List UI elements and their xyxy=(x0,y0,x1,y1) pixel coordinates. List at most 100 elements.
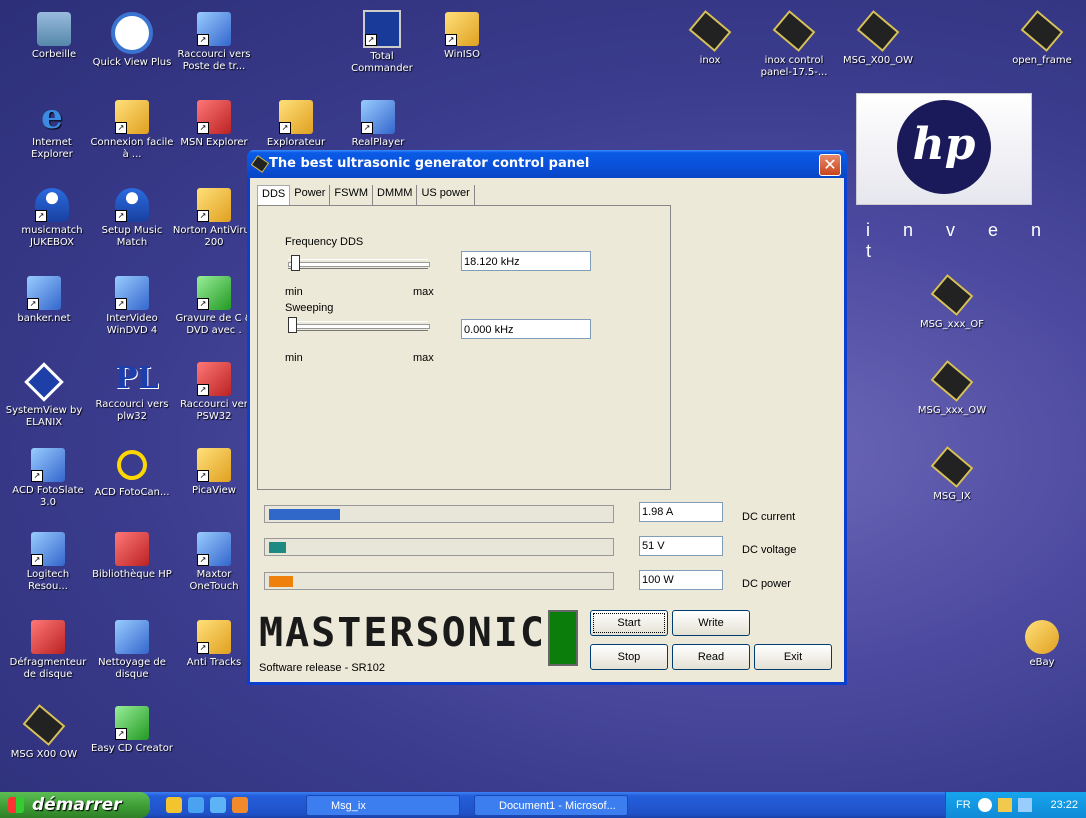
icon-label: InterVideo WinDVD 4 xyxy=(106,313,158,336)
icon-label: Easy CD Creator xyxy=(91,743,173,754)
icon-label: Défragmenteur de disque xyxy=(9,657,87,680)
systemview-icon[interactable]: SystemView by ELANIX xyxy=(2,362,86,429)
stop-button[interactable]: Stop xyxy=(590,644,668,670)
cd-creator-icon: ↗ xyxy=(115,706,149,740)
chip-icon xyxy=(856,10,900,52)
anti-tracks-icon[interactable]: ↗ Anti Tracks xyxy=(172,620,256,669)
read-button[interactable]: Read xyxy=(672,644,750,670)
hp-tagline: i n v e n t xyxy=(866,220,1056,261)
total-commander-icon[interactable]: ↗ Total Commander xyxy=(340,10,424,75)
tray-app-icon[interactable] xyxy=(1018,798,1032,812)
tab-dds[interactable]: DDS xyxy=(257,185,291,205)
frequency-slider-thumb[interactable] xyxy=(291,255,300,271)
icon-label: Logitech Resou... xyxy=(26,569,70,592)
winiso-app-icon: ↗ xyxy=(445,12,479,46)
internet-explorer-icon[interactable]: e Internet Explorer xyxy=(10,100,94,161)
frequency-value-field[interactable]: 18.120 kHz xyxy=(461,251,591,271)
open-frame-icon[interactable]: open_frame xyxy=(1000,10,1084,67)
pl-icon: PL xyxy=(115,361,159,396)
inox-control-panel-icon[interactable]: inox control panel-17.5-... xyxy=(752,10,836,79)
task-msg-ix[interactable]: Msg_ix xyxy=(306,795,460,816)
msg-xxx-of-icon[interactable]: MSG_xxx_OF xyxy=(910,274,994,331)
dds-panel: Frequency DDS min max 18.120 kHz Sweepin… xyxy=(257,205,671,490)
tab-power[interactable]: Power xyxy=(290,185,331,205)
clock: 23:22 xyxy=(1050,799,1078,811)
ie-quicklaunch-icon[interactable] xyxy=(188,797,204,813)
tab-fswm[interactable]: FSWM xyxy=(330,185,374,205)
language-indicator[interactable]: FR xyxy=(956,792,971,818)
logitech-icon[interactable]: ↗ Logitech Resou... xyxy=(6,532,90,593)
explorateur-icon[interactable]: ↗ Explorateur xyxy=(254,100,338,149)
bibliotheque-hp-icon[interactable]: Bibliothèque HP xyxy=(90,532,174,581)
outlook-quicklaunch-icon[interactable] xyxy=(232,797,248,813)
dc-voltage-gauge xyxy=(264,538,614,556)
banker-net-icon[interactable]: ↗ banker.net xyxy=(2,276,86,325)
network-icon[interactable] xyxy=(998,798,1012,812)
sweeping-min-label: min xyxy=(285,352,303,364)
ie2-quicklaunch-icon[interactable] xyxy=(210,797,226,813)
arrow-icon[interactable] xyxy=(978,798,992,812)
gravure-icon[interactable]: ↗ Gravure de C & DVD avec . xyxy=(172,276,256,337)
realplayer-icon[interactable]: ↗ RealPlayer xyxy=(336,100,420,149)
icon-label: MSN Explorer xyxy=(180,137,248,148)
poste-de-travail-shortcut[interactable]: ↗ Raccourci vers Poste de tr... xyxy=(172,12,256,73)
write-button[interactable]: Write xyxy=(672,610,750,636)
plw32-shortcut[interactable]: PL Raccourci vers plw32 xyxy=(90,362,174,423)
sweeping-slider[interactable] xyxy=(288,317,430,333)
msg-ix-icon[interactable]: MSG_IX xyxy=(910,446,994,503)
library-icon xyxy=(115,532,149,566)
acd-fotoslate-icon[interactable]: ↗ ACD FotoSlate 3.0 xyxy=(6,448,90,509)
system-tray: FR 23:22 xyxy=(945,792,1086,818)
start-button[interactable]: Start xyxy=(590,610,668,636)
icon-label: Raccourci vers plw32 xyxy=(95,399,169,422)
recycle-bin-icon[interactable]: Corbeille xyxy=(12,12,96,61)
dc-voltage-fill xyxy=(269,542,286,553)
psw32-shortcut[interactable]: ↗ Raccourci ver PSW32 xyxy=(172,362,256,423)
sweeping-value-field[interactable]: 0.000 kHz xyxy=(461,319,591,339)
msg-xxx-ow-icon[interactable]: MSG_xxx_OW xyxy=(910,360,994,417)
nettoyage-icon[interactable]: Nettoyage de disque xyxy=(90,620,174,681)
msg-x00-ow-2-icon[interactable]: MSG X00 OW xyxy=(2,704,86,761)
icon-label: Raccourci ver PSW32 xyxy=(180,399,248,422)
musicmatch-icon[interactable]: ↗ musicmatch JUKEBOX xyxy=(10,188,94,249)
maxtor-onetouch-icon[interactable]: ↗ Maxtor OneTouch xyxy=(172,532,256,593)
icon-label: PicaView xyxy=(192,485,236,496)
dc-current-label: DC current xyxy=(742,511,796,523)
fotoslate-icon: ↗ xyxy=(31,448,65,482)
control-panel-window: The best ultrasonic generator control pa… xyxy=(247,150,847,685)
icon-label: Total Commander xyxy=(351,51,413,74)
tab-dmmm[interactable]: DMMM xyxy=(373,185,418,205)
norton-antivirus-icon[interactable]: ↗ Norton AntiVirus 200 xyxy=(172,188,256,249)
msg-x00-ow-icon[interactable]: MSG_X00_OW xyxy=(836,10,920,67)
icon-label: Corbeille xyxy=(31,49,77,60)
icon-label: banker.net xyxy=(17,313,71,324)
ebay-icon[interactable]: eBay xyxy=(1000,620,1084,669)
windvd-icon[interactable]: ↗ InterVideo WinDVD 4 xyxy=(90,276,174,337)
start-button[interactable]: démarrer xyxy=(0,792,150,818)
dc-power-readout: 100 W xyxy=(639,570,723,590)
close-button[interactable]: ✕ xyxy=(819,154,841,176)
sweeping-slider-thumb[interactable] xyxy=(288,317,297,333)
easy-cd-creator-icon[interactable]: ↗ Easy CD Creator xyxy=(90,706,174,755)
task-document1[interactable]: Document1 - Microsof... xyxy=(474,795,628,816)
inox-icon[interactable]: inox xyxy=(668,10,752,67)
folder-icon: ↗ xyxy=(279,100,313,134)
tab-us-power[interactable]: US power xyxy=(417,185,475,205)
butterfly-icon: ↗ xyxy=(197,100,231,134)
picaview-icon[interactable]: ↗ PicaView xyxy=(172,448,256,497)
chip-icon xyxy=(930,446,974,488)
winiso-icon[interactable]: ↗ WinISO xyxy=(420,12,504,61)
defragmenteur-icon[interactable]: Défragmenteur de disque xyxy=(6,620,90,681)
shield-quicklaunch-icon[interactable] xyxy=(166,797,182,813)
icon-label: MSG X00 OW xyxy=(10,749,78,760)
dvd-icon: ↗ xyxy=(115,276,149,310)
msn-explorer-icon[interactable]: ↗ MSN Explorer xyxy=(172,100,256,149)
frequency-slider[interactable] xyxy=(288,255,430,271)
chip-icon xyxy=(1020,10,1064,52)
acd-fotocanvas-icon[interactable]: ACD FotoCan... xyxy=(90,448,174,499)
connexion-facile-icon[interactable]: ↗ Connexion facile à ... xyxy=(90,100,174,161)
exit-button[interactable]: Exit xyxy=(754,644,832,670)
window-titlebar[interactable]: The best ultrasonic generator control pa… xyxy=(247,150,847,178)
quick-view-plus-icon[interactable]: Quick View Plus xyxy=(90,12,174,69)
setup-music-match-icon[interactable]: ↗ Setup Music Match xyxy=(90,188,174,249)
